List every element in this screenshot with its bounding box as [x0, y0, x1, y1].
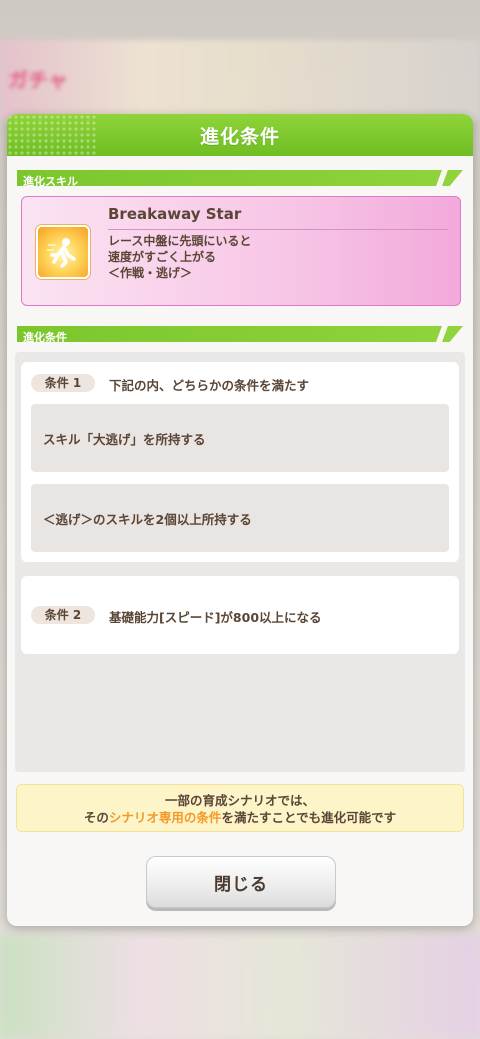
- condition-card-2: 条件 2 基礎能力[スピード]が800以上になる: [21, 576, 459, 654]
- dialog-title: 進化条件: [199, 125, 280, 148]
- scenario-note-line1: 一部の育成シナリオでは、: [164, 793, 315, 808]
- background-gacha-label: ガチャ: [8, 68, 68, 92]
- skill-description-line2: 速度がすごく上がる: [108, 250, 217, 264]
- condition-1-option-b-text: ＜逃げ＞のスキルを2個以上所持する: [43, 512, 252, 527]
- condition-1-option-a: スキル「大逃げ」を所持する: [31, 404, 449, 472]
- skill-description-line1: レース中盤に先頭にいると: [108, 234, 252, 248]
- condition-2-text: 基礎能力[スピード]が800以上になる: [109, 610, 322, 625]
- condition-card-1: 条件 1 下記の内、どちらかの条件を満たす スキル「大逃げ」を所持する ＜逃げ＞…: [21, 362, 459, 562]
- skill-description-line3: ＜作戦・逃げ＞: [108, 266, 193, 280]
- dialog-header: 進化条件: [7, 114, 473, 156]
- condition-section-label: 進化条件: [23, 331, 67, 344]
- condition-section-header: 進化条件: [17, 326, 463, 342]
- condition-1-tag: 条件 1: [31, 374, 95, 392]
- skill-section-header: 進化スキル: [17, 170, 463, 186]
- condition-2-tag: 条件 2: [31, 606, 95, 624]
- skill-divider: [108, 229, 448, 230]
- scenario-note: 一部の育成シナリオでは、 そのシナリオ専用の条件を満たすことでも進化可能です: [16, 784, 464, 832]
- skill-name: Breakaway Star: [108, 205, 242, 223]
- close-button-label: 閉じる: [214, 874, 268, 895]
- skill-description: レース中盤に先頭にいると 速度がすごく上がる ＜作戦・逃げ＞: [108, 233, 251, 281]
- condition-1-text: 下記の内、どちらかの条件を満たす: [109, 378, 310, 393]
- background-header: [0, 40, 480, 120]
- scenario-note-line2: そのシナリオ専用の条件を満たすことでも進化可能です: [83, 810, 397, 825]
- scenario-note-highlight: シナリオ専用の条件: [108, 810, 222, 825]
- close-button[interactable]: 閉じる: [146, 856, 336, 908]
- condition-1-option-b: ＜逃げ＞のスキルを2個以上所持する: [31, 484, 449, 552]
- conditions-list: 条件 1 下記の内、どちらかの条件を満たす スキル「大逃げ」を所持する ＜逃げ＞…: [15, 352, 465, 772]
- background-footer: [0, 935, 480, 1039]
- skill-section-label: 進化スキル: [23, 175, 78, 188]
- evolved-skill-card[interactable]: Breakaway Star レース中盤に先頭にいると 速度がすごく上がる ＜作…: [21, 196, 461, 306]
- running-figure-icon: [36, 225, 90, 279]
- evolution-conditions-dialog: 進化条件 進化スキル Breakaway Star レース中盤に先頭にいると 速…: [7, 114, 473, 926]
- condition-1-option-a-text: スキル「大逃げ」を所持する: [43, 432, 206, 447]
